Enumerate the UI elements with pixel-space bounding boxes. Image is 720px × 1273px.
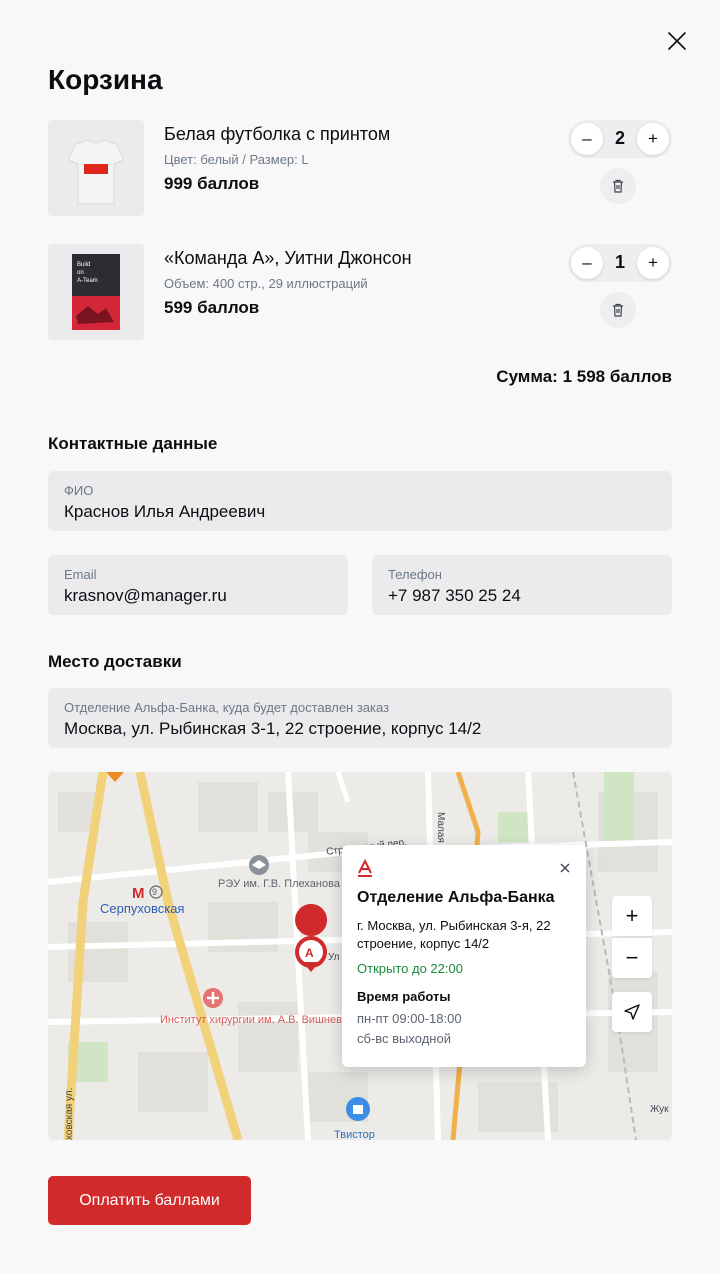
contacts-title: Контактные данные: [48, 434, 218, 453]
close-icon[interactable]: [664, 28, 690, 54]
cart-sum: Сумма: 1 598 баллов: [496, 367, 672, 386]
weekday-hours: пн-пт 09:00-18:00: [357, 1011, 462, 1026]
item-name: Белая футболка с принтом: [164, 124, 391, 144]
item-meta: Цвет: белый / Размер: L: [164, 152, 309, 167]
field-label: ФИО: [64, 483, 94, 498]
increase-button[interactable]: +: [637, 247, 669, 279]
fio-field[interactable]: ФИО Краснов Илья Андреевич: [48, 471, 672, 531]
popup-hours: пн-пт 09:00-18:00 сб-вс выходной: [357, 1009, 462, 1049]
svg-text:A-Team: A-Team: [77, 278, 98, 284]
tvistor-label: Твистор: [334, 1129, 375, 1140]
field-value: krasnov@manager.ru: [64, 586, 227, 605]
tshirt-image: [48, 120, 144, 216]
item-name: «Команда А», Уитни Джонсон: [164, 248, 412, 268]
decrease-button[interactable]: –: [571, 247, 603, 279]
street-label: Жук: [650, 1104, 669, 1115]
field-label: Телефон: [388, 567, 442, 582]
map[interactable]: М А Серпуховская 9 РЭУ им. Г.В. Плеханов…: [48, 772, 672, 1140]
popup-hours-title: Время работы: [357, 989, 451, 1004]
popup-open-status: Открыто до 22:00: [357, 961, 463, 976]
alfa-logo-icon: [358, 858, 372, 877]
field-value: Москва, ул. Рыбинская 3-1, 22 строение, …: [64, 719, 482, 738]
trash-icon[interactable]: [600, 292, 636, 328]
locate-icon[interactable]: [612, 992, 652, 1032]
svg-text:on: on: [77, 270, 84, 276]
reu-label: РЭУ им. Г.В. Плеханова: [218, 878, 340, 890]
phone-field[interactable]: Телефон +7 987 350 25 24: [372, 555, 672, 615]
svg-text:А: А: [305, 946, 314, 960]
svg-text:Build: Build: [77, 262, 90, 268]
pay-button[interactable]: Оплатить баллами: [48, 1176, 251, 1225]
item-meta: Объем: 400 стр., 29 иллюстраций: [164, 276, 368, 291]
popup-address: г. Москва, ул. Рыбинская 3-я, 22 строени…: [357, 918, 551, 951]
email-field[interactable]: Email krasnov@manager.ru: [48, 555, 348, 615]
quantity-value: 2: [614, 128, 625, 148]
cart-item: Build on A-Team «Команда А», Уитни Джонс…: [48, 244, 672, 340]
branch-popup: Отделение Альфа-Банка г. Москва, ул. Рыб…: [342, 845, 586, 1067]
weekend-hours: сб-вс выходной: [357, 1031, 451, 1046]
field-label: Email: [64, 567, 97, 582]
quantity-value: 1: [614, 252, 625, 272]
metro-line-label: 9: [152, 887, 158, 897]
popup-title: Отделение Альфа-Банка: [357, 889, 555, 906]
institute-label: Институт хирургии им. А.В. Вишневского: [160, 1014, 369, 1026]
book-image: Build on A-Team: [48, 244, 144, 340]
delivery-field[interactable]: Отделение Альфа-Банка, куда будет достав…: [48, 688, 672, 748]
popup-close-icon[interactable]: [558, 861, 572, 875]
zoom-out-button[interactable]: −: [612, 938, 652, 978]
street-label: ховская ул.: [64, 1087, 75, 1140]
metro-label: Серпуховская: [100, 901, 185, 916]
field-value: +7 987 350 25 24: [388, 586, 521, 605]
cart-item: Белая футболка с принтом Цвет: белый / Р…: [48, 120, 672, 216]
zoom-in-button[interactable]: +: [612, 896, 652, 936]
item-price: 599 баллов: [164, 298, 260, 317]
page-title: Корзина: [48, 64, 163, 95]
quantity-stepper: – 1 +: [568, 244, 672, 282]
item-price: 999 баллов: [164, 174, 260, 193]
field-value: Краснов Илья Андреевич: [64, 502, 266, 521]
increase-button[interactable]: +: [637, 123, 669, 155]
decrease-button[interactable]: –: [571, 123, 603, 155]
delivery-title: Место доставки: [48, 652, 182, 671]
street-label: Ул: [328, 952, 340, 963]
trash-icon[interactable]: [600, 168, 636, 204]
field-label: Отделение Альфа-Банка, куда будет достав…: [64, 700, 390, 715]
quantity-stepper: – 2 +: [568, 120, 672, 158]
svg-text:М: М: [132, 885, 145, 902]
